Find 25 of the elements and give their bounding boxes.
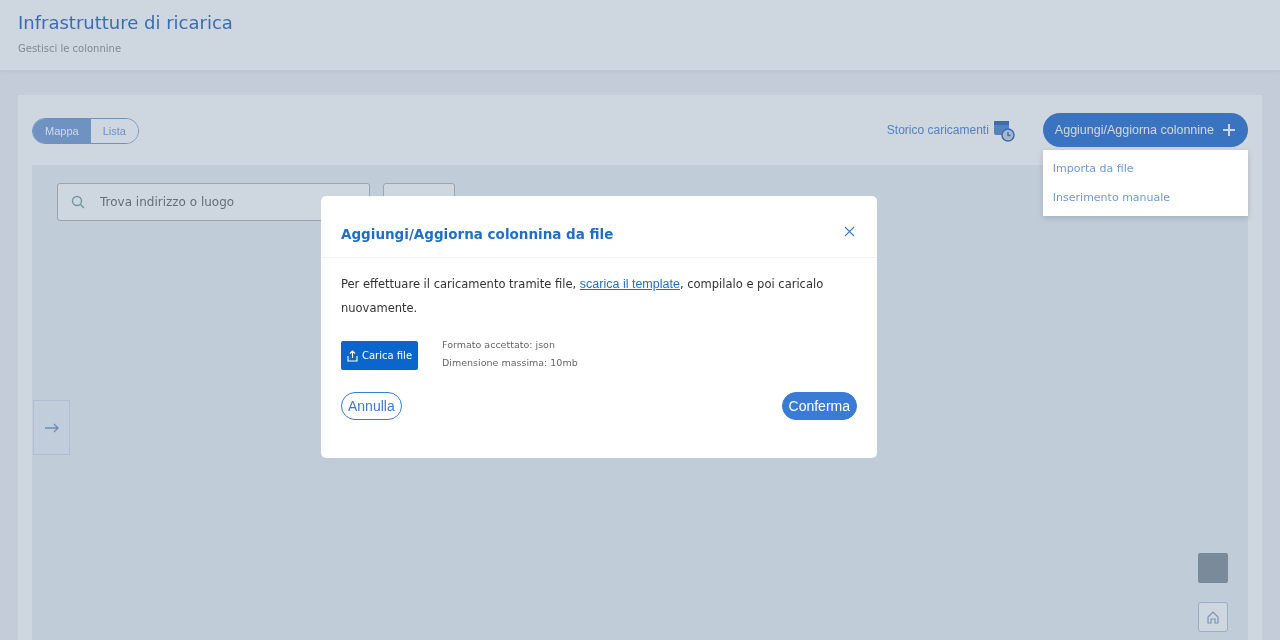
confirm-button[interactable]: Conferma — [781, 392, 857, 420]
upload-file-button[interactable]: Carica file — [341, 341, 419, 370]
arrow-right-icon — [43, 422, 60, 433]
basemap-thumbnail[interactable] — [1198, 553, 1228, 583]
menu-item[interactable]: Inserimento manuale — [1042, 183, 1248, 212]
cancel-button[interactable]: Annulla — [341, 392, 402, 420]
page-title: Infrastrutture di ricarica — [18, 12, 234, 33]
view-tab[interactable]: Mappa — [33, 119, 91, 143]
close-icon — [844, 226, 855, 237]
upload-icon — [347, 349, 358, 362]
home-icon — [1206, 610, 1220, 624]
page-subtitle: Gestisci le colonnine — [18, 43, 123, 54]
plus-icon — [1222, 123, 1236, 137]
home-button[interactable] — [1198, 602, 1228, 632]
format-info: Formato accettato: json — [442, 338, 556, 352]
history-link[interactable]: Storico caricamenti — [886, 123, 989, 137]
expand-panel-button[interactable] — [33, 400, 70, 455]
add-update-button[interactable]: Aggiungi/Aggiorna colonnine — [1042, 113, 1248, 147]
instructions-text: Per effettuare il caricamento tramite file, scarica il template, compilalo e poi caricalo nuovamente. — [341, 276, 825, 317]
calendar-clock-icon[interactable] — [992, 118, 1015, 142]
max-size-info: Dimensione massima: 10mb — [442, 356, 578, 370]
menu-item[interactable]: Importa da file — [1042, 154, 1248, 183]
template-download-link[interactable]: scarica il template — [579, 277, 680, 291]
dialog-title: Aggiungi/Aggiorna colonnina da file — [341, 225, 614, 244]
search-field[interactable]: Trova indirizzo o luogo — [57, 183, 370, 221]
